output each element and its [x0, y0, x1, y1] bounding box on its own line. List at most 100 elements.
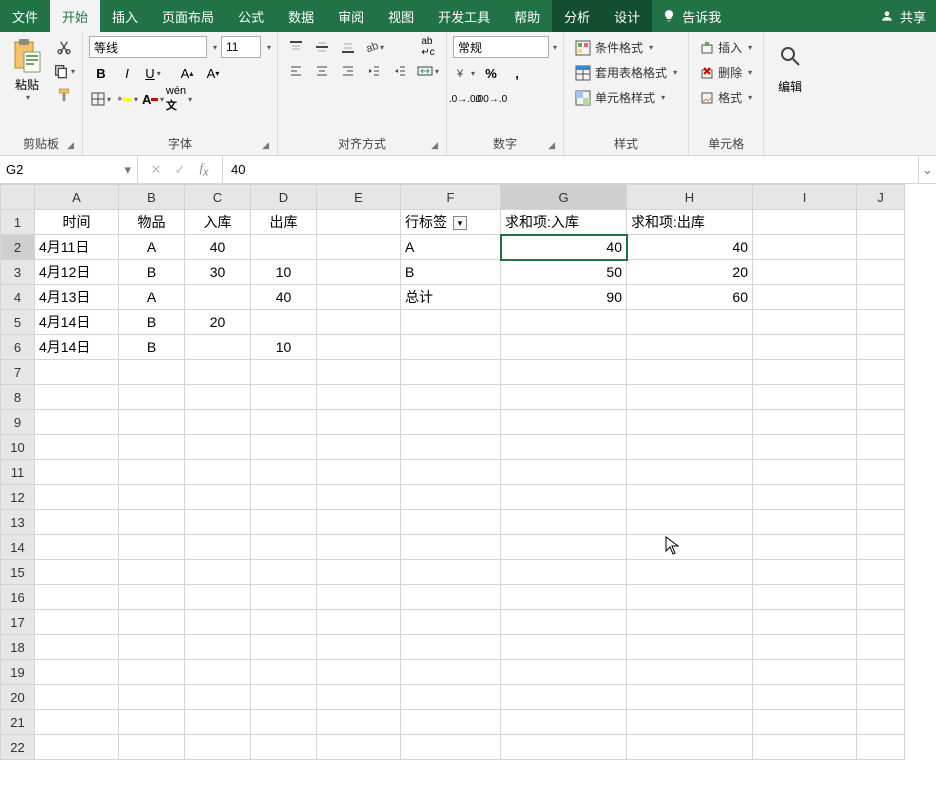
cell-C7[interactable] — [185, 360, 251, 385]
cell-H13[interactable] — [627, 510, 753, 535]
cell-E22[interactable] — [317, 735, 401, 760]
cell-styles-button[interactable]: 单元格样式▾ — [570, 86, 682, 109]
row-header-12[interactable]: 12 — [1, 485, 35, 510]
cell-A8[interactable] — [35, 385, 119, 410]
orientation-button[interactable]: ab▾ — [362, 36, 386, 58]
cell-G16[interactable] — [501, 585, 627, 610]
row-header-20[interactable]: 20 — [1, 685, 35, 710]
cell-B8[interactable] — [119, 385, 185, 410]
cell-J15[interactable] — [857, 560, 905, 585]
cell-A2[interactable]: 4月11日 — [35, 235, 119, 260]
cell-A1[interactable]: 时间 — [35, 210, 119, 235]
cell-E17[interactable] — [317, 610, 401, 635]
cell-A5[interactable]: 4月14日 — [35, 310, 119, 335]
cell-A22[interactable] — [35, 735, 119, 760]
cell-A6[interactable]: 4月14日 — [35, 335, 119, 360]
cell-E3[interactable] — [317, 260, 401, 285]
cell-C11[interactable] — [185, 460, 251, 485]
copy-button[interactable]: ▾ — [52, 60, 76, 82]
cell-I18[interactable] — [753, 635, 857, 660]
cell-C2[interactable]: 40 — [185, 235, 251, 260]
cell-D10[interactable] — [251, 435, 317, 460]
cell-D14[interactable] — [251, 535, 317, 560]
cell-G11[interactable] — [501, 460, 627, 485]
cell-C20[interactable] — [185, 685, 251, 710]
cell-B2[interactable]: A — [119, 235, 185, 260]
tab-help[interactable]: 帮助 — [502, 0, 552, 32]
cell-E19[interactable] — [317, 660, 401, 685]
cell-C19[interactable] — [185, 660, 251, 685]
align-bottom-button[interactable] — [336, 36, 360, 58]
cell-C14[interactable] — [185, 535, 251, 560]
cell-I17[interactable] — [753, 610, 857, 635]
cell-G18[interactable] — [501, 635, 627, 660]
cell-A16[interactable] — [35, 585, 119, 610]
formula-input[interactable] — [223, 156, 918, 183]
cell-H16[interactable] — [627, 585, 753, 610]
cell-D9[interactable] — [251, 410, 317, 435]
cell-I16[interactable] — [753, 585, 857, 610]
cell-C16[interactable] — [185, 585, 251, 610]
cell-I12[interactable] — [753, 485, 857, 510]
bold-button[interactable]: B — [89, 62, 113, 84]
row-header-16[interactable]: 16 — [1, 585, 35, 610]
worksheet-grid[interactable]: ABCDEFGHIJ1时间物品入库出库行标签▾求和项:入库求和项:出库24月11… — [0, 184, 936, 790]
tab-analyze[interactable]: 分析 — [552, 0, 602, 32]
cell-E5[interactable] — [317, 310, 401, 335]
column-header-B[interactable]: B — [119, 185, 185, 210]
cell-A20[interactable] — [35, 685, 119, 710]
cell-E11[interactable] — [317, 460, 401, 485]
column-header-J[interactable]: J — [857, 185, 905, 210]
phonetic-button[interactable]: wén文▾ — [167, 88, 191, 110]
cell-C8[interactable] — [185, 385, 251, 410]
insert-cells-button[interactable]: 插入▾ — [695, 36, 757, 59]
cell-B13[interactable] — [119, 510, 185, 535]
cell-J6[interactable] — [857, 335, 905, 360]
cell-C15[interactable] — [185, 560, 251, 585]
cell-J8[interactable] — [857, 385, 905, 410]
cell-E13[interactable] — [317, 510, 401, 535]
cell-C5[interactable]: 20 — [185, 310, 251, 335]
cell-I11[interactable] — [753, 460, 857, 485]
insert-function-button[interactable]: fx — [192, 160, 216, 179]
column-header-H[interactable]: H — [627, 185, 753, 210]
cell-C9[interactable] — [185, 410, 251, 435]
align-right-button[interactable] — [336, 60, 360, 82]
cell-A4[interactable]: 4月13日 — [35, 285, 119, 310]
cell-G19[interactable] — [501, 660, 627, 685]
cell-I21[interactable] — [753, 710, 857, 735]
cell-F8[interactable] — [401, 385, 501, 410]
format-cells-button[interactable]: 格式▾ — [695, 86, 757, 109]
cell-J5[interactable] — [857, 310, 905, 335]
cell-A10[interactable] — [35, 435, 119, 460]
font-size-combo[interactable] — [221, 36, 261, 58]
cell-H18[interactable] — [627, 635, 753, 660]
cell-D15[interactable] — [251, 560, 317, 585]
cell-A18[interactable] — [35, 635, 119, 660]
row-header-14[interactable]: 14 — [1, 535, 35, 560]
cell-I8[interactable] — [753, 385, 857, 410]
dropdown-icon[interactable]: ▾ — [267, 43, 271, 52]
align-left-button[interactable] — [284, 60, 308, 82]
cell-F16[interactable] — [401, 585, 501, 610]
cell-G22[interactable] — [501, 735, 627, 760]
cell-H6[interactable] — [627, 335, 753, 360]
cell-H12[interactable] — [627, 485, 753, 510]
format-as-table-button[interactable]: 套用表格格式▾ — [570, 61, 682, 84]
cell-H2[interactable]: 40 — [627, 235, 753, 260]
cell-I20[interactable] — [753, 685, 857, 710]
cell-H1[interactable]: 求和项:出库 — [627, 210, 753, 235]
percent-button[interactable]: % — [479, 62, 503, 84]
decrease-decimal-button[interactable]: .00→.0 — [479, 88, 503, 110]
cell-A13[interactable] — [35, 510, 119, 535]
decrease-indent-button[interactable] — [362, 60, 386, 82]
name-box-input[interactable] — [0, 156, 118, 183]
cell-E10[interactable] — [317, 435, 401, 460]
cell-C10[interactable] — [185, 435, 251, 460]
cell-H7[interactable] — [627, 360, 753, 385]
cell-A12[interactable] — [35, 485, 119, 510]
row-header-4[interactable]: 4 — [1, 285, 35, 310]
column-header-E[interactable]: E — [317, 185, 401, 210]
cell-G20[interactable] — [501, 685, 627, 710]
cell-J14[interactable] — [857, 535, 905, 560]
